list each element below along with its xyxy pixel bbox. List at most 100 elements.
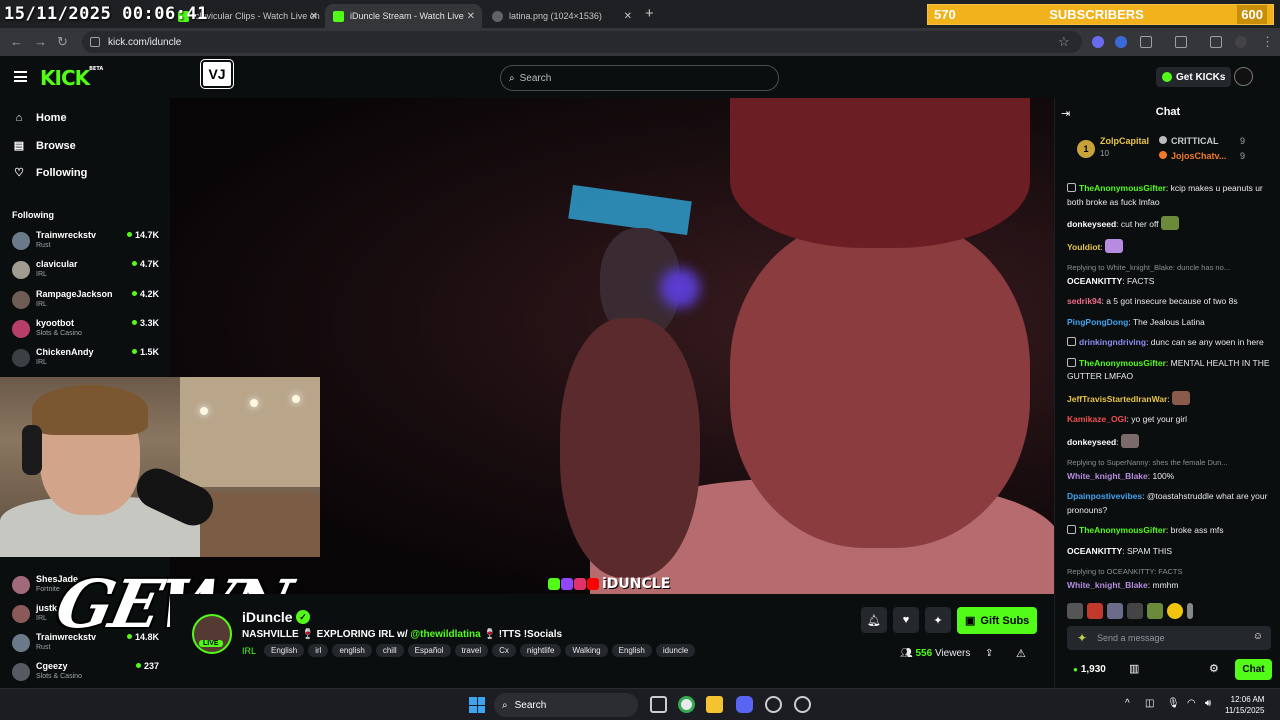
chat-username[interactable]: TheAnonymousGifter bbox=[1079, 525, 1166, 535]
chat-username[interactable]: TheAnonymousGifter bbox=[1079, 183, 1166, 193]
close-icon[interactable]: ✕ bbox=[624, 11, 632, 22]
close-icon[interactable]: ✕ bbox=[310, 11, 318, 22]
site-info-icon[interactable] bbox=[90, 37, 100, 47]
hamburger-menu-icon[interactable] bbox=[14, 71, 27, 82]
tag[interactable]: iduncle bbox=[655, 644, 696, 657]
emote-icon[interactable] bbox=[1107, 603, 1123, 619]
emote-icon[interactable] bbox=[1067, 603, 1083, 619]
tag[interactable]: Walking bbox=[565, 644, 608, 657]
reload-icon[interactable]: ↻ bbox=[57, 34, 68, 50]
followed-channel[interactable]: clavicular IRL 4.7K bbox=[12, 258, 162, 284]
extension-icon[interactable] bbox=[1115, 36, 1127, 48]
mention-link[interactable]: @thewildlatina bbox=[410, 629, 480, 640]
sidebar-item-following[interactable]: ♡ Following bbox=[12, 166, 87, 180]
chat-username[interactable]: PingPongDong bbox=[1067, 317, 1128, 327]
send-chat-button[interactable]: Chat bbox=[1235, 659, 1272, 680]
tag[interactable]: Español bbox=[407, 644, 451, 657]
report-warning-icon[interactable]: ⚠ bbox=[1016, 647, 1026, 660]
emote-icon[interactable] bbox=[1127, 603, 1143, 619]
tag[interactable]: nightlife bbox=[519, 644, 562, 657]
sidebar-item-home[interactable]: ⌂ Home bbox=[12, 112, 67, 124]
tag[interactable]: chill bbox=[375, 644, 404, 657]
kick-logo[interactable]: KICKBETA bbox=[40, 66, 103, 90]
tag[interactable]: travel bbox=[454, 644, 489, 657]
leaderboard-row[interactable]: JojosChatv... bbox=[1159, 151, 1226, 161]
chat-username[interactable]: Dpainpostivevibes bbox=[1067, 491, 1142, 501]
followed-channel[interactable]: ChickenAndy IRL 1.5K bbox=[12, 346, 162, 372]
streamer-avatar[interactable] bbox=[192, 614, 232, 654]
chat-message-input[interactable]: ✦ Send a message ☺ bbox=[1067, 626, 1271, 650]
extensions-puzzle-icon[interactable] bbox=[1140, 36, 1152, 48]
cast-icon[interactable] bbox=[1175, 36, 1187, 48]
forward-icon[interactable]: → bbox=[34, 34, 47, 49]
follow-button[interactable]: ♥ bbox=[893, 607, 919, 633]
notification-bell-button[interactable]: 🔔︎ bbox=[861, 607, 887, 633]
tab-latina-png[interactable]: latina.png (1024×1536) ✕ bbox=[484, 4, 639, 28]
menu-kebab-icon[interactable]: ⋮ bbox=[1261, 34, 1274, 50]
reading-list-icon[interactable] bbox=[1210, 36, 1222, 48]
profile-avatar-icon[interactable] bbox=[1235, 36, 1247, 48]
leaderboard-top-name[interactable]: ZolpCapital bbox=[1100, 136, 1149, 146]
followed-channel[interactable]: Trainwreckstv Rust 14.7K bbox=[12, 229, 162, 255]
share-icon[interactable]: ⇪ bbox=[985, 648, 993, 659]
followed-channel[interactable]: kyootbot Slots & Casino 3.3K bbox=[12, 317, 162, 343]
sparkle-icon[interactable]: ✦ bbox=[1077, 631, 1087, 645]
chat-username[interactable]: White_knight_Blake bbox=[1067, 580, 1148, 590]
search-input[interactable]: ⌕ Search bbox=[500, 65, 779, 91]
tab-iduncle[interactable]: iDuncle Stream - Watch Live ✕ bbox=[325, 4, 482, 28]
tag[interactable]: irl bbox=[308, 644, 329, 657]
chat-username[interactable]: sedrik94 bbox=[1067, 296, 1102, 306]
file-explorer-icon[interactable] bbox=[706, 696, 723, 713]
taskbar-search[interactable]: ⌕ Search bbox=[494, 693, 638, 717]
app-icon[interactable] bbox=[765, 696, 782, 713]
wifi-icon[interactable]: ◠ bbox=[1187, 698, 1196, 709]
followed-channel[interactable]: RampageJackson IRL 4.2K bbox=[12, 288, 162, 314]
new-tab-icon[interactable]: + bbox=[645, 5, 654, 22]
address-bar[interactable]: kick.com/iduncle bbox=[82, 31, 1082, 53]
chat-username[interactable]: donkeyseed bbox=[1067, 219, 1116, 229]
channel-points[interactable]: 1,930 bbox=[1073, 664, 1106, 675]
sparkle-button[interactable]: ✦ bbox=[925, 607, 951, 633]
tag[interactable]: english bbox=[332, 644, 372, 657]
reply-context[interactable]: Replying to White_knight_Blake: duncle h… bbox=[1067, 261, 1277, 275]
chat-username[interactable]: Youldiot bbox=[1067, 242, 1100, 252]
chat-username[interactable]: drinkingndriving bbox=[1079, 337, 1146, 347]
extension-icon[interactable] bbox=[1092, 36, 1104, 48]
reply-context[interactable]: Replying to OCEANKITTY: FACTS bbox=[1067, 565, 1277, 579]
chat-username[interactable]: donkeyseed bbox=[1067, 437, 1116, 447]
gift-subs-button[interactable]: ▣ Gift Subs bbox=[957, 607, 1038, 634]
tag[interactable]: English bbox=[611, 644, 652, 657]
emote-icon[interactable] bbox=[1087, 603, 1103, 619]
tag[interactable]: Cx bbox=[492, 644, 516, 657]
back-icon[interactable]: ← bbox=[10, 34, 23, 49]
leaderboard-row[interactable]: CRITTICAL bbox=[1159, 136, 1219, 146]
task-view-icon[interactable] bbox=[650, 696, 667, 713]
gear-icon[interactable]: ⚙ bbox=[1209, 662, 1219, 675]
store-icon[interactable]: ▥ bbox=[1129, 662, 1139, 675]
microphone-icon[interactable]: 🎙︎ bbox=[1167, 698, 1180, 709]
reply-context[interactable]: Replying to SuperNanny: shes the female … bbox=[1067, 456, 1277, 470]
tray-app-icon[interactable]: ◫ bbox=[1145, 698, 1154, 709]
get-kicks-button[interactable]: Get KICKs bbox=[1156, 67, 1232, 87]
chat-username[interactable]: White_knight_Blake bbox=[1067, 471, 1148, 481]
close-icon[interactable]: ✕ bbox=[467, 11, 475, 22]
category-link[interactable]: IRL bbox=[242, 646, 256, 656]
bookmark-star-icon[interactable]: ☆ bbox=[1058, 34, 1070, 50]
windows-start-icon[interactable] bbox=[469, 697, 485, 713]
emote-icon[interactable] bbox=[1187, 603, 1193, 619]
tray-overflow-icon[interactable]: ^ bbox=[1125, 698, 1130, 709]
taskbar-clock[interactable]: 12:06 AM 11/15/2025 bbox=[1225, 694, 1264, 716]
emote-icon[interactable] bbox=[1147, 603, 1163, 619]
followed-channel[interactable]: Cgeezy Slots & Casino 237 bbox=[12, 660, 162, 686]
tag[interactable]: English bbox=[264, 644, 305, 657]
streamer-name[interactable]: iDuncle bbox=[242, 609, 293, 625]
discord-icon[interactable] bbox=[736, 696, 753, 713]
emote-icon[interactable] bbox=[1167, 603, 1183, 619]
chat-username[interactable]: Kamikaze_OGI bbox=[1067, 414, 1127, 424]
chat-username[interactable]: TheAnonymousGifter bbox=[1079, 358, 1166, 368]
volume-icon[interactable]: 🔊︎ bbox=[1205, 698, 1211, 709]
chat-username[interactable]: OCEANKITTY bbox=[1067, 276, 1122, 286]
sidebar-item-browse[interactable]: ▤ Browse bbox=[12, 139, 76, 153]
clock-app-icon[interactable] bbox=[794, 696, 811, 713]
user-avatar[interactable] bbox=[1234, 67, 1253, 86]
